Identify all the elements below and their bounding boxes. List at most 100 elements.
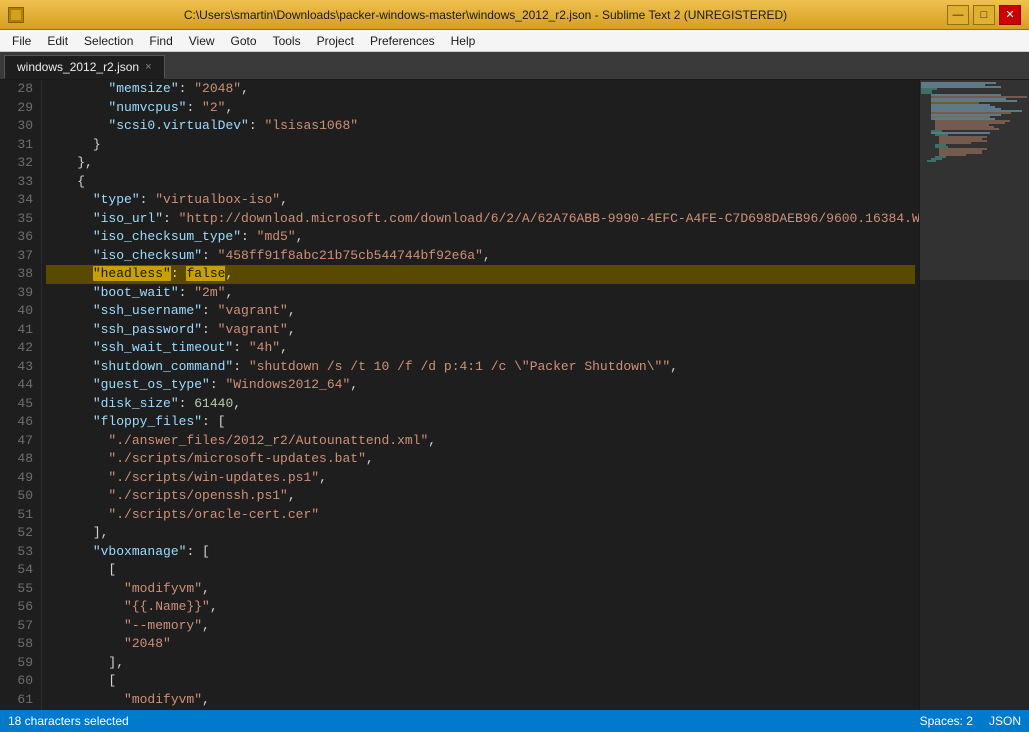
code-line-31: } xyxy=(46,136,915,155)
line-num-29: 29 xyxy=(4,99,33,118)
code-line-54: [ xyxy=(46,561,915,580)
tab-bar: windows_2012_r2.json × xyxy=(0,52,1029,80)
menu-tools[interactable]: Tools xyxy=(265,32,309,50)
code-line-38: "headless": false, xyxy=(46,265,915,284)
line-num-61: 61 xyxy=(4,691,33,710)
line-num-59: 59 xyxy=(4,654,33,673)
code-line-57: "--memory", xyxy=(46,617,915,636)
code-editor[interactable]: "memsize": "2048", "numvcpus": "2", "scs… xyxy=(42,80,919,710)
line-num-31: 31 xyxy=(4,136,33,155)
code-line-55: "modifyvm", xyxy=(46,580,915,599)
selection-status: 18 characters selected xyxy=(8,714,129,728)
menu-bar: File Edit Selection Find View Goto Tools… xyxy=(0,30,1029,52)
maximize-button[interactable]: □ xyxy=(973,5,995,25)
menu-goto[interactable]: Goto xyxy=(223,32,265,50)
line-num-40: 40 xyxy=(4,302,33,321)
line-numbers: 28 29 30 31 32 33 34 35 36 37 38 39 40 4… xyxy=(0,80,42,710)
tab-main-file[interactable]: windows_2012_r2.json × xyxy=(4,55,165,79)
status-bar: 18 characters selected Spaces: 2 JSON xyxy=(0,710,1029,732)
line-num-52: 52 xyxy=(4,524,33,543)
line-num-39: 39 xyxy=(4,284,33,303)
menu-selection[interactable]: Selection xyxy=(76,32,141,50)
line-num-60: 60 xyxy=(4,672,33,691)
code-line-41: "ssh_password": "vagrant", xyxy=(46,321,915,340)
line-num-45: 45 xyxy=(4,395,33,414)
code-line-44: "guest_os_type": "Windows2012_64", xyxy=(46,376,915,395)
line-num-58: 58 xyxy=(4,635,33,654)
window-controls: — □ ✕ xyxy=(947,5,1021,25)
line-num-56: 56 xyxy=(4,598,33,617)
line-num-37: 37 xyxy=(4,247,33,266)
line-num-43: 43 xyxy=(4,358,33,377)
code-line-45: "disk_size": 61440, xyxy=(46,395,915,414)
code-line-39: "boot_wait": "2m", xyxy=(46,284,915,303)
code-line-36: "iso_checksum_type": "md5", xyxy=(46,228,915,247)
spaces-indicator[interactable]: Spaces: 2 xyxy=(920,714,973,728)
code-line-62: "{{.Name}}", xyxy=(46,709,915,710)
code-line-52: ], xyxy=(46,524,915,543)
minimap-content xyxy=(920,80,1029,710)
status-right: Spaces: 2 JSON xyxy=(920,714,1021,728)
window-title: C:\Users\smartin\Downloads\packer-window… xyxy=(24,8,947,22)
app-icon xyxy=(8,7,24,23)
tab-label: windows_2012_r2.json xyxy=(17,60,139,74)
code-line-50: "./scripts/openssh.ps1", xyxy=(46,487,915,506)
syntax-indicator[interactable]: JSON xyxy=(989,714,1021,728)
menu-find[interactable]: Find xyxy=(141,32,180,50)
code-line-42: "ssh_wait_timeout": "4h", xyxy=(46,339,915,358)
menu-file[interactable]: File xyxy=(4,32,39,50)
code-line-28: "memsize": "2048", xyxy=(46,80,915,99)
line-num-36: 36 xyxy=(4,228,33,247)
editor-container: 28 29 30 31 32 33 34 35 36 37 38 39 40 4… xyxy=(0,80,1029,710)
line-num-41: 41 xyxy=(4,321,33,340)
minimize-button[interactable]: — xyxy=(947,5,969,25)
code-line-30: "scsi0.virtualDev": "lsisas1068" xyxy=(46,117,915,136)
menu-project[interactable]: Project xyxy=(309,32,362,50)
code-line-61: "modifyvm", xyxy=(46,691,915,710)
line-num-57: 57 xyxy=(4,617,33,636)
line-num-35: 35 xyxy=(4,210,33,229)
status-left: 18 characters selected xyxy=(8,714,129,728)
code-line-46: "floppy_files": [ xyxy=(46,413,915,432)
code-line-40: "ssh_username": "vagrant", xyxy=(46,302,915,321)
tab-close-icon[interactable]: × xyxy=(145,61,151,73)
line-num-53: 53 xyxy=(4,543,33,562)
line-num-32: 32 xyxy=(4,154,33,173)
code-line-53: "vboxmanage": [ xyxy=(46,543,915,562)
code-line-34: "type": "virtualbox-iso", xyxy=(46,191,915,210)
code-line-56: "{{.Name}}", xyxy=(46,598,915,617)
line-num-28: 28 xyxy=(4,80,33,99)
line-num-38: 38 xyxy=(4,265,33,284)
line-num-33: 33 xyxy=(4,173,33,192)
line-num-48: 48 xyxy=(4,450,33,469)
menu-view[interactable]: View xyxy=(181,32,223,50)
code-line-59: ], xyxy=(46,654,915,673)
line-num-50: 50 xyxy=(4,487,33,506)
line-num-62: 62 xyxy=(4,709,33,710)
line-num-49: 49 xyxy=(4,469,33,488)
code-line-51: "./scripts/oracle-cert.cer" xyxy=(46,506,915,525)
line-num-34: 34 xyxy=(4,191,33,210)
menu-edit[interactable]: Edit xyxy=(39,32,76,50)
menu-preferences[interactable]: Preferences xyxy=(362,32,443,50)
line-num-30: 30 xyxy=(4,117,33,136)
code-line-49: "./scripts/win-updates.ps1", xyxy=(46,469,915,488)
code-line-37: "iso_checksum": "458ff91f8abc21b75cb5447… xyxy=(46,247,915,266)
minimap[interactable] xyxy=(919,80,1029,710)
menu-help[interactable]: Help xyxy=(443,32,484,50)
line-num-55: 55 xyxy=(4,580,33,599)
line-num-47: 47 xyxy=(4,432,33,451)
close-button[interactable]: ✕ xyxy=(999,5,1021,25)
code-line-29: "numvcpus": "2", xyxy=(46,99,915,118)
line-num-46: 46 xyxy=(4,413,33,432)
code-line-43: "shutdown_command": "shutdown /s /t 10 /… xyxy=(46,358,915,377)
line-num-54: 54 xyxy=(4,561,33,580)
line-num-51: 51 xyxy=(4,506,33,525)
title-bar: C:\Users\smartin\Downloads\packer-window… xyxy=(0,0,1029,30)
code-line-33: { xyxy=(46,173,915,192)
code-line-60: [ xyxy=(46,672,915,691)
line-num-44: 44 xyxy=(4,376,33,395)
code-line-58: "2048" xyxy=(46,635,915,654)
code-line-48: "./scripts/microsoft-updates.bat", xyxy=(46,450,915,469)
code-line-32: }, xyxy=(46,154,915,173)
